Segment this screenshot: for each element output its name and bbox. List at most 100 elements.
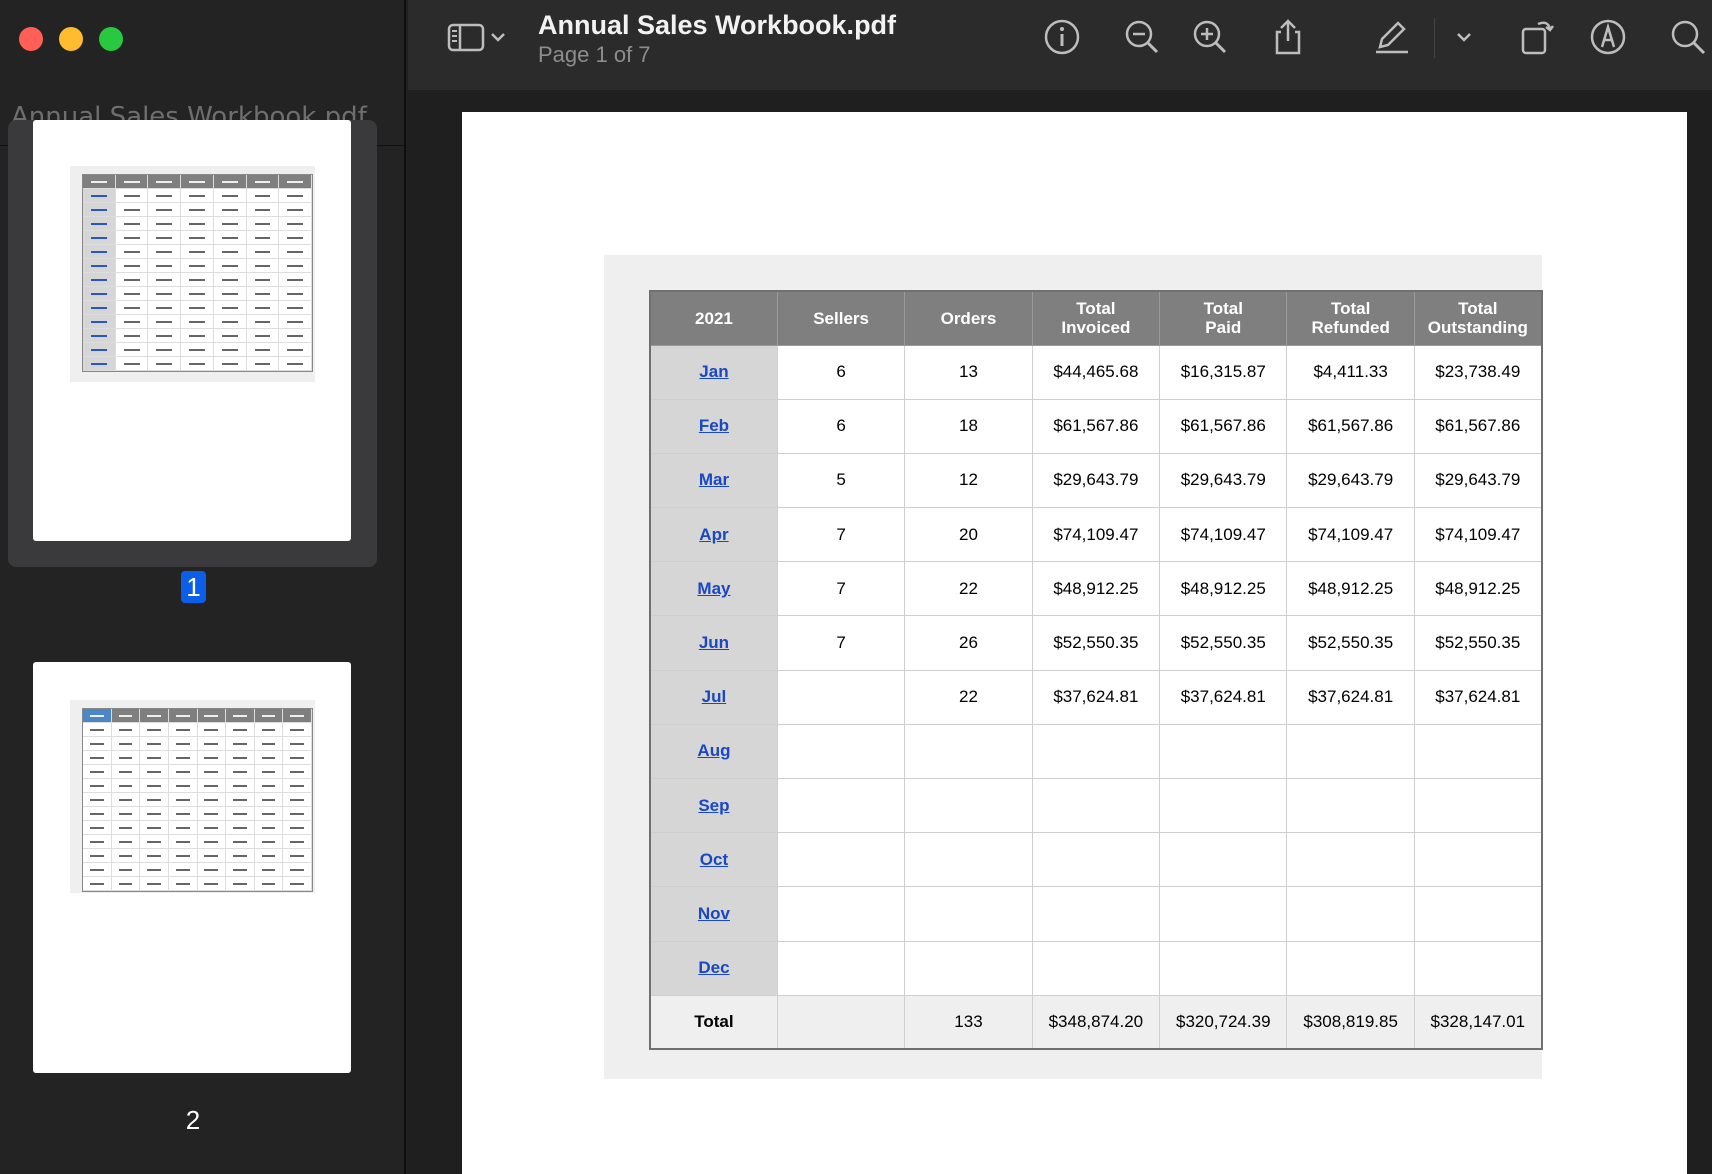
- month-cell: Nov: [649, 886, 778, 942]
- month-link[interactable]: Jan: [699, 362, 728, 381]
- table-cell: $16,315.87: [1159, 344, 1288, 400]
- thumbnail-cell: [214, 357, 247, 370]
- thumbnail-cell: [255, 849, 284, 862]
- table-cell: $52,550.35: [1286, 615, 1415, 671]
- month-cell: May: [649, 561, 778, 617]
- page-thumbnail-2[interactable]: [33, 662, 351, 1073]
- share-icon[interactable]: [1268, 17, 1308, 57]
- search-icon[interactable]: [1668, 17, 1708, 57]
- thumbnail-text-mark: [261, 841, 276, 843]
- page-thumbnail-1[interactable]: [33, 120, 351, 541]
- thumbnail-text-mark: [123, 181, 140, 183]
- month-link[interactable]: Jun: [699, 633, 729, 652]
- minimize-window-button[interactable]: [59, 27, 83, 51]
- thumbnail-row: [83, 217, 313, 231]
- table-cell: [1031, 886, 1161, 942]
- month-link[interactable]: Mar: [699, 470, 729, 489]
- month-link[interactable]: May: [697, 579, 730, 598]
- month-link[interactable]: Feb: [699, 416, 729, 435]
- annotate-icon[interactable]: [1588, 17, 1628, 57]
- table-cell: [776, 723, 906, 780]
- thumbnail-cell: [255, 779, 284, 792]
- thumbnail-cell: [226, 807, 255, 820]
- zoom-out-icon[interactable]: [1122, 17, 1162, 57]
- thumbnail-cell: [181, 203, 214, 216]
- thumbnail-cell: [181, 287, 214, 300]
- total-row: Total 133 $348,874.20 $320,724.39 $308,819.8…: [649, 994, 1543, 1050]
- table-cell: [1159, 886, 1288, 942]
- month-link[interactable]: Aug: [697, 741, 730, 760]
- thumbnail-cell: [247, 357, 280, 370]
- thumbnail-cell: [247, 259, 280, 272]
- markup-pen-icon[interactable]: [1372, 17, 1412, 57]
- thumbnail-cell: [181, 273, 214, 286]
- thumbnail-cell: [140, 835, 169, 848]
- thumbnail-cell: [226, 751, 255, 764]
- thumbnail-text-mark: [254, 181, 271, 183]
- chevron-down-icon[interactable]: [488, 17, 508, 57]
- table-cell: $23,738.49: [1413, 344, 1543, 400]
- thumbnail-text-mark: [175, 729, 190, 731]
- thumbnail-cell: [169, 751, 198, 764]
- thumbnail-text-mark: [261, 715, 276, 717]
- thumbnail-text-mark: [156, 363, 173, 365]
- thumbnail-text-mark: [123, 209, 140, 211]
- table-cell: 20: [904, 507, 1033, 563]
- sidebar-toggle-icon[interactable]: [446, 17, 486, 57]
- table-cell: [1286, 886, 1415, 942]
- thumbnail-text-mark: [204, 813, 219, 815]
- zoom-in-icon[interactable]: [1190, 17, 1230, 57]
- rotate-icon[interactable]: [1518, 17, 1558, 57]
- column-header: Total Invoiced: [1031, 290, 1161, 346]
- thumbnail-cell: [140, 863, 169, 876]
- thumbnail-text-mark: [156, 265, 173, 267]
- thumbnail-text-mark: [233, 841, 247, 843]
- close-window-button[interactable]: [19, 27, 43, 51]
- thumbnail-text-mark: [89, 827, 104, 829]
- month-link[interactable]: Apr: [699, 525, 728, 544]
- thumbnail-cell: [214, 329, 247, 342]
- month-link[interactable]: Nov: [698, 904, 730, 923]
- thumbnail-text-mark: [147, 827, 161, 829]
- thumbnail-text-mark: [147, 757, 161, 759]
- table-cell: [904, 940, 1033, 996]
- thumbnail-text-mark: [123, 223, 140, 225]
- thumbnail-cell: [247, 175, 280, 188]
- thumbnail-cell: [279, 273, 313, 286]
- table-cell: [1159, 723, 1288, 780]
- thumbnail-text-mark: [221, 237, 238, 239]
- thumbnail-text-mark: [290, 771, 305, 773]
- month-link[interactable]: Sep: [698, 796, 729, 815]
- thumbnail-cell: [148, 203, 182, 216]
- thumbnail-text-mark: [156, 335, 173, 337]
- thumbnail-cell: [181, 245, 214, 258]
- month-link[interactable]: Jul: [702, 687, 727, 706]
- thumbnail-cell: [83, 765, 112, 778]
- document-view[interactable]: 2021 Sellers Orders Total Invoiced Total Paid T…: [408, 90, 1712, 1174]
- thumbnail-cell: [247, 189, 280, 202]
- month-link[interactable]: Oct: [700, 850, 728, 869]
- maximize-window-button[interactable]: [99, 27, 123, 51]
- thumbnail-cell: [283, 765, 312, 778]
- total-cell: 133: [904, 994, 1033, 1050]
- thumbnail-text-mark: [233, 729, 247, 731]
- thumbnail-text-mark: [156, 223, 173, 225]
- table-row: Feb 6 18 $61,567.86 $61,567.86 $61,567.86 $61,…: [649, 398, 1543, 454]
- month-link[interactable]: Dec: [698, 958, 729, 977]
- thumbnail-sheet-preview: [70, 166, 315, 382]
- preview-window: Annual Sales Workbook.pdf 1 2 Annual Sal…: [0, 0, 1712, 1174]
- thumbnail-cell: [198, 835, 227, 848]
- thumbnail-cell: [247, 301, 280, 314]
- thumbnail-text-mark: [261, 771, 276, 773]
- thumbnail-row: [83, 751, 312, 765]
- thumbnail-cell: [83, 301, 116, 314]
- chevron-down-icon[interactable]: [1454, 17, 1474, 57]
- thumbnail-text-mark: [204, 757, 219, 759]
- thumbnail-cell: [140, 877, 169, 890]
- thumbnail-text-mark: [290, 883, 305, 885]
- info-icon[interactable]: [1042, 17, 1082, 57]
- month-cell: Sep: [649, 777, 778, 834]
- thumbnail-text-mark: [147, 729, 161, 731]
- sales-summary-table: 2021 Sellers Orders Total Invoiced Total Paid T…: [649, 290, 1543, 1051]
- thumbnail-cell: [140, 807, 169, 820]
